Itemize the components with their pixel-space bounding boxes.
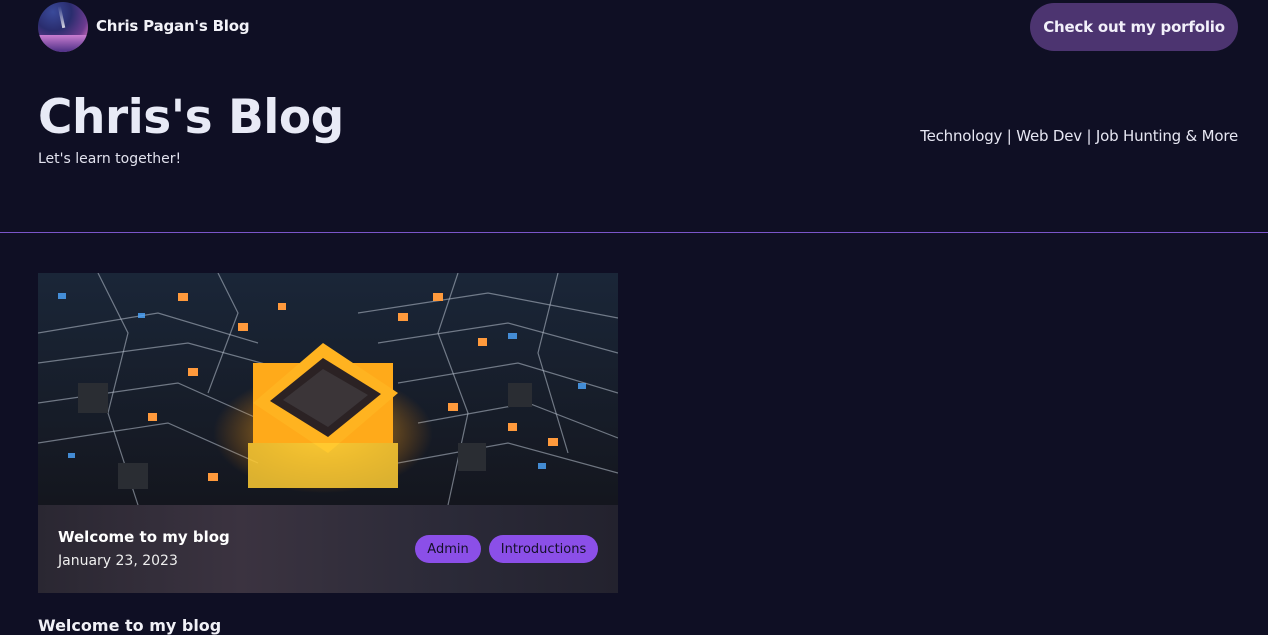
tag-introductions[interactable]: Introductions bbox=[489, 535, 598, 563]
post-card-footer: Welcome to my blog January 23, 2023 Admi… bbox=[38, 505, 618, 593]
post-cover-image bbox=[38, 273, 618, 505]
top-bar: Chris Pagan's Blog Check out my porfolio bbox=[0, 0, 1268, 56]
page-title: Chris's Blog bbox=[38, 90, 344, 145]
header-divider bbox=[0, 232, 1268, 233]
site-name-link[interactable]: Chris Pagan's Blog bbox=[96, 17, 250, 35]
post-card[interactable]: Welcome to my blog January 23, 2023 Admi… bbox=[38, 273, 618, 593]
tag-admin[interactable]: Admin bbox=[415, 535, 481, 563]
logo-horizon bbox=[38, 35, 88, 52]
post-date: January 23, 2023 bbox=[58, 553, 178, 569]
logo-comet bbox=[57, 5, 66, 29]
page-subtitle: Let's learn together! bbox=[38, 151, 182, 167]
portfolio-button[interactable]: Check out my porfolio bbox=[1030, 3, 1238, 51]
topics-list: Technology | Web Dev | Job Hunting & Mor… bbox=[920, 127, 1238, 145]
site-logo[interactable] bbox=[38, 2, 88, 52]
post-title[interactable]: Welcome to my blog bbox=[58, 528, 230, 546]
post-heading[interactable]: Welcome to my blog bbox=[38, 616, 221, 635]
